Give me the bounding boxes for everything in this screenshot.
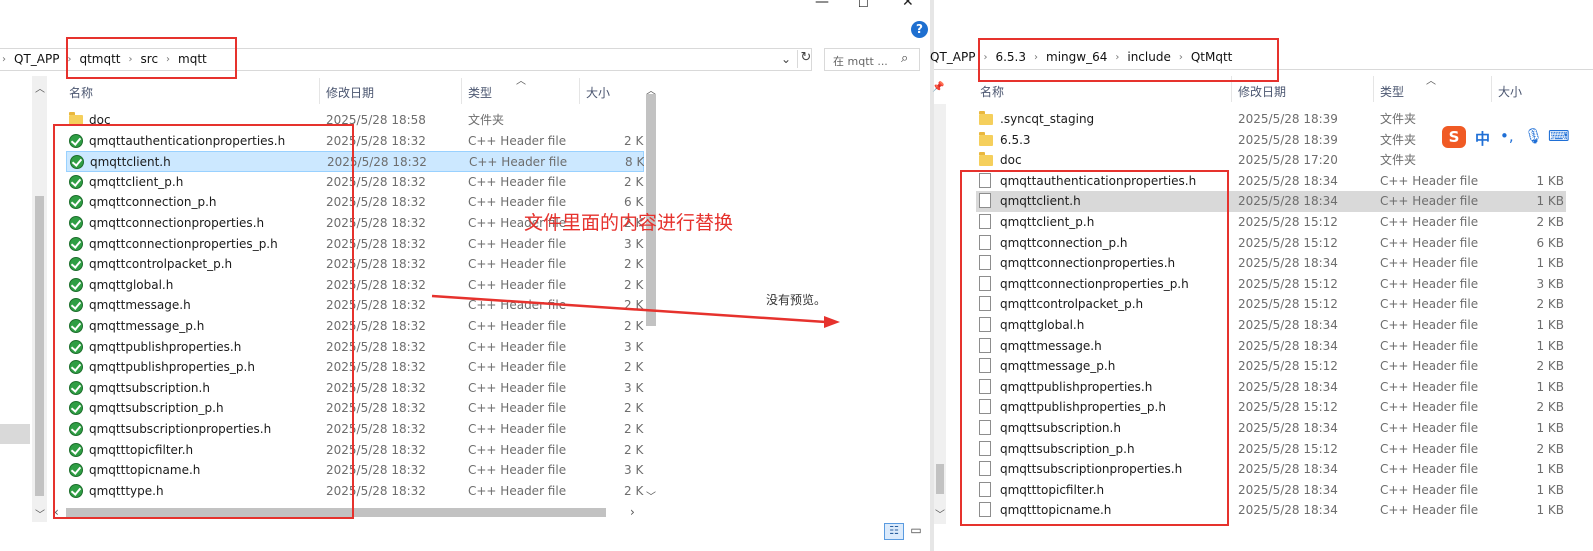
file-size: 2 KB: [1536, 441, 1564, 456]
file-size: 6 KB: [1536, 235, 1564, 250]
ime-toolbar[interactable]: S 中 •, 🎙 ⌨: [1442, 124, 1593, 152]
file-date: 2025/5/28 15:12: [1238, 215, 1338, 229]
file-date: 2025/5/28 18:34: [1238, 338, 1338, 353]
file-size: 1 KB: [1536, 194, 1564, 209]
microphone-icon[interactable]: 🎙: [1524, 127, 1543, 145]
file-date: 2025/5/28 15:12: [1238, 235, 1338, 250]
keyboard-icon[interactable]: ⌨: [1548, 127, 1570, 145]
sort-indicator-icon: ︿: [1426, 76, 1436, 87]
file-type: C++ Header file: [1380, 318, 1479, 332]
file-type: C++ Header file: [1380, 359, 1479, 374]
column-header-date[interactable]: 修改日期: [1238, 83, 1286, 100]
file-type: C++ Header file: [1380, 462, 1479, 477]
file-size: 1 KB: [1536, 379, 1564, 394]
file-type: C++ Header file: [1380, 276, 1479, 291]
file-date: 2025/5/28 15:12: [1238, 359, 1338, 374]
column-header-name[interactable]: 名称: [980, 83, 1004, 100]
ime-language-toggle[interactable]: 中: [1475, 128, 1490, 149]
file-type: C++ Header file: [1380, 194, 1479, 209]
file-type: C++ Header file: [1380, 235, 1479, 250]
file-date: 2025/5/28 18:34: [1238, 173, 1338, 188]
file-type: C++ Header file: [1380, 421, 1479, 435]
file-type: C++ Header file: [1380, 400, 1479, 415]
file-size: 1 KB: [1536, 173, 1564, 188]
file-size: 1 KB: [1536, 421, 1564, 435]
file-type: C++ Header file: [1380, 297, 1479, 312]
file-type: C++ Header file: [1380, 256, 1479, 271]
file-type: C++ Header file: [1380, 441, 1479, 456]
file-size: 1 KB: [1536, 462, 1564, 477]
file-row[interactable]: doc 2025/5/28 17:20 文件夹: [976, 150, 1566, 171]
file-date: 2025/5/28 18:34: [1238, 318, 1338, 332]
file-type: C++ Header file: [1380, 482, 1479, 497]
file-size: 1 KB: [1536, 256, 1564, 271]
file-type: C++ Header file: [1380, 215, 1479, 229]
file-type: C++ Header file: [1380, 379, 1479, 394]
file-type: 文件夹: [1380, 112, 1417, 126]
annotation-box-breadcrumb: [978, 38, 1279, 82]
file-date: 2025/5/28 18:34: [1238, 256, 1338, 271]
file-date: 2025/5/28 18:34: [1238, 194, 1338, 209]
file-date: 2025/5/28 18:34: [1238, 462, 1338, 477]
file-size: 2 KB: [1536, 297, 1564, 312]
file-type: C++ Header file: [1380, 338, 1479, 353]
file-date: 2025/5/28 15:12: [1238, 276, 1338, 291]
column-header-type[interactable]: 类型: [1380, 83, 1404, 100]
file-size: 1 KB: [1536, 482, 1564, 497]
file-date: 2025/5/28 18:34: [1238, 482, 1338, 497]
file-date: 2025/5/28 18:34: [1238, 503, 1338, 518]
punctuation-icon[interactable]: •,: [1500, 127, 1514, 145]
nav-pane-scrollbar[interactable]: ﹀: [934, 104, 946, 524]
file-name: .syncqt_staging: [1000, 112, 1095, 126]
file-date: 2025/5/28 18:39: [1238, 132, 1338, 147]
file-name: 6.5.3: [1000, 132, 1031, 147]
file-type: C++ Header file: [1380, 503, 1479, 518]
file-size: 3 KB: [1536, 276, 1564, 291]
scroll-thumb[interactable]: [936, 464, 944, 494]
column-header-size[interactable]: 大小: [1498, 83, 1522, 100]
breadcrumb-item[interactable]: QT_APP: [930, 50, 975, 64]
folder-icon: [979, 152, 993, 167]
file-type: C++ Header file: [1380, 173, 1479, 188]
folder-icon: [979, 111, 993, 125]
file-type: 文件夹: [1380, 132, 1417, 147]
file-date: 2025/5/28 18:39: [1238, 112, 1338, 126]
file-size: 2 KB: [1536, 400, 1564, 415]
file-name: doc: [1000, 153, 1022, 168]
file-date: 2025/5/28 18:34: [1238, 421, 1338, 435]
folder-icon: [979, 131, 993, 146]
right-explorer-window: QT_APP › 6.5.3 › mingw_64 › include › Qt…: [930, 0, 1593, 551]
file-size: 2 KB: [1536, 215, 1564, 229]
file-date: 2025/5/28 15:12: [1238, 297, 1338, 312]
pin-icon[interactable]: 📌: [932, 82, 944, 93]
file-date: 2025/5/28 15:12: [1238, 441, 1338, 456]
file-date: 2025/5/28 18:34: [1238, 379, 1338, 394]
annotation-box-file-list: [960, 170, 1229, 526]
scroll-down-icon[interactable]: ﹀: [935, 506, 945, 521]
file-size: 1 KB: [1536, 503, 1564, 518]
file-type: 文件夹: [1380, 153, 1417, 168]
file-date: 2025/5/28 17:20: [1238, 153, 1338, 168]
sogou-logo-icon[interactable]: S: [1442, 126, 1466, 148]
file-size: 2 KB: [1536, 359, 1564, 374]
file-size: 1 KB: [1536, 318, 1564, 332]
file-date: 2025/5/28 15:12: [1238, 400, 1338, 415]
file-size: 1 KB: [1536, 338, 1564, 353]
